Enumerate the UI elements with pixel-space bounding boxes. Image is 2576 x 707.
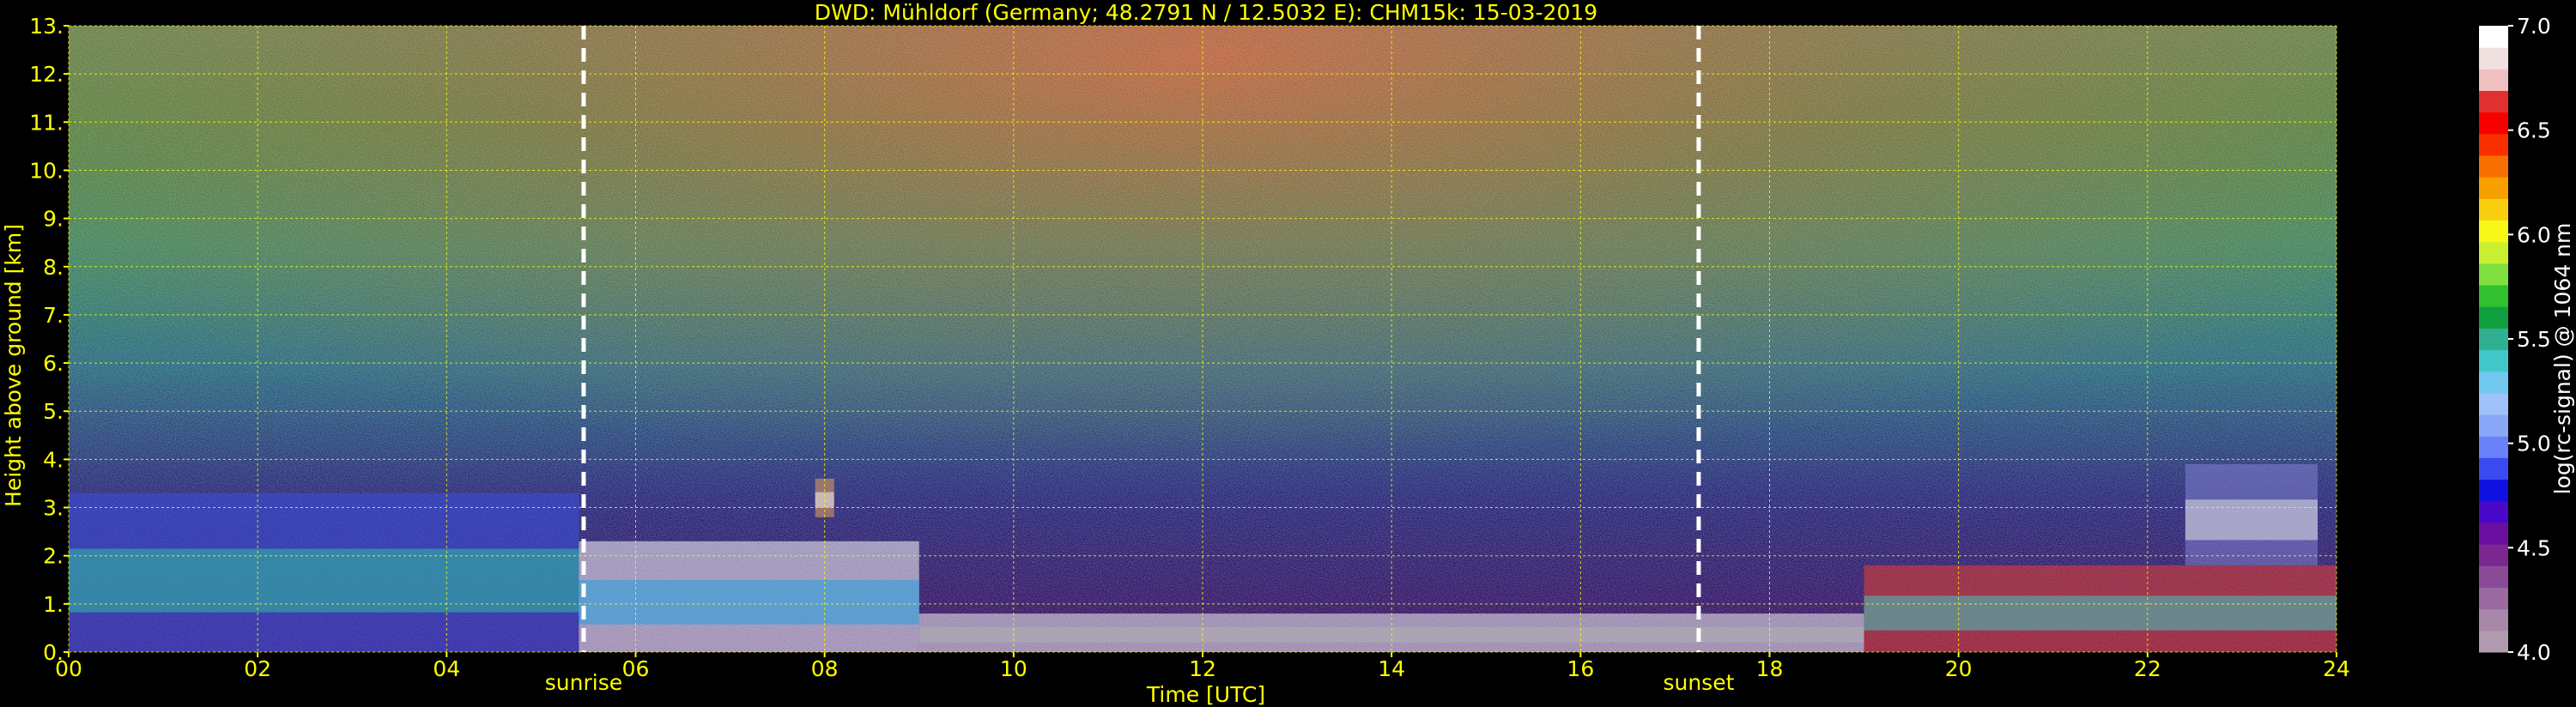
colorbar-segment bbox=[2479, 522, 2508, 545]
y-tick-label: 8. bbox=[43, 255, 64, 280]
feature-1 bbox=[579, 541, 919, 652]
colorbar-segment bbox=[2479, 608, 2508, 631]
annotation-label: sunrise bbox=[545, 670, 622, 695]
colorbar-tick-label: 7.0 bbox=[2517, 14, 2551, 39]
colorbar-tick-label: 6.5 bbox=[2517, 118, 2551, 143]
colorbar-segment bbox=[2479, 112, 2508, 135]
y-tick-label: 3. bbox=[43, 496, 64, 521]
colorbar-segment bbox=[2479, 565, 2508, 588]
colorbar-segment bbox=[2479, 155, 2508, 178]
colorbar-segment bbox=[2479, 69, 2508, 92]
x-tick-label: 22 bbox=[2134, 656, 2161, 681]
y-tick-label: 4. bbox=[43, 447, 64, 472]
colorbar-segment bbox=[2479, 26, 2508, 48]
colorbar-segment bbox=[2479, 241, 2508, 264]
colorbar-label: log(rc-signal) @ 1064 nm bbox=[2550, 223, 2575, 495]
y-axis: 0. 1. 2. 3. 4. 5. 6. 7. 8. 9. 10. 11. 12. 13. bbox=[29, 14, 69, 665]
x-tick-label: 18 bbox=[1756, 656, 1784, 681]
x-tick-label: 02 bbox=[244, 656, 271, 681]
colorbar-segment bbox=[2479, 198, 2508, 221]
feature-5 bbox=[2185, 464, 2318, 565]
colorbar-segment bbox=[2479, 436, 2508, 458]
colorbar-segment bbox=[2479, 177, 2508, 199]
x-tick-label: 20 bbox=[1945, 656, 1973, 681]
y-tick-label: 2. bbox=[43, 544, 64, 569]
colorbar-segment bbox=[2479, 371, 2508, 394]
colorbar-segment bbox=[2479, 90, 2508, 113]
x-tick-label: 14 bbox=[1378, 656, 1405, 681]
colorbar-segment bbox=[2479, 306, 2508, 329]
y-tick-label: 1. bbox=[43, 592, 64, 617]
y-tick-label: 6. bbox=[43, 351, 64, 376]
colorbar-tick-label: 4.0 bbox=[2517, 640, 2551, 665]
x-tick-label: 08 bbox=[811, 656, 839, 681]
x-axis-label: Time [UTC] bbox=[1146, 682, 1265, 707]
y-tick-label: 7. bbox=[43, 303, 64, 328]
colorbar-segment bbox=[2479, 457, 2508, 480]
colorbar-tick-label: 5.5 bbox=[2517, 327, 2551, 352]
chart-title: DWD: Mühldorf (Germany; 48.2791 N / 12.5… bbox=[815, 0, 1597, 25]
x-tick-label: 12 bbox=[1189, 656, 1216, 681]
colorbar-segment bbox=[2479, 414, 2508, 437]
y-tick-label: 5. bbox=[43, 399, 64, 424]
x-tick-label: 04 bbox=[433, 656, 460, 681]
y-axis-label: Height above ground [km] bbox=[1, 224, 26, 507]
y-tick-label: 12. bbox=[29, 62, 64, 87]
y-tick-label: 11. bbox=[29, 110, 64, 135]
colorbar-segment bbox=[2479, 630, 2508, 653]
x-tick-label: 10 bbox=[1000, 656, 1027, 681]
annotation-label: sunset bbox=[1663, 670, 1734, 695]
colorbar-segment bbox=[2479, 349, 2508, 372]
annotation-labels: sunrise sunset bbox=[545, 670, 1735, 695]
x-tick-label: 24 bbox=[2323, 656, 2350, 681]
colorbar-segment bbox=[2479, 392, 2508, 415]
colorbar-tick-label: 4.5 bbox=[2517, 535, 2551, 560]
colorbar-segment bbox=[2479, 47, 2508, 69]
y-tick-label: 9. bbox=[43, 207, 64, 232]
colorbar-segment bbox=[2479, 544, 2508, 566]
colorbar-segment bbox=[2479, 263, 2508, 286]
colorbar-segment bbox=[2479, 587, 2508, 610]
ceilometer-chart: 00 02 04 06 08 10 12 14 16 18 20 22 24 0.1.2.3.4.5.6… bbox=[1, 0, 2575, 707]
colorbar-tick-label: 5.0 bbox=[2517, 432, 2551, 456]
colorbar-segment bbox=[2479, 328, 2508, 351]
y-tick-label: 10. bbox=[29, 158, 64, 183]
x-tick-label: 16 bbox=[1567, 656, 1594, 681]
colorbar-segment bbox=[2479, 220, 2508, 243]
y-tick-label: 13. bbox=[29, 14, 64, 39]
colorbar-segment bbox=[2479, 133, 2508, 156]
feature-4 bbox=[1864, 565, 2337, 652]
colorbar: 4.0 4.5 5.0 5.5 6.0 6.5 7.0 bbox=[2479, 14, 2551, 665]
colorbar-segment bbox=[2479, 479, 2508, 502]
colorbar-segment bbox=[2479, 285, 2508, 307]
y-tick-label: 0. bbox=[43, 640, 64, 665]
x-axis: 00 02 04 06 08 10 12 14 16 18 20 22 24 bbox=[55, 652, 2350, 681]
feature-0 bbox=[69, 492, 579, 652]
colorbar-segment bbox=[2479, 500, 2508, 523]
x-tick-label: 06 bbox=[622, 656, 650, 681]
colorbar-tick-label: 6.0 bbox=[2517, 222, 2551, 247]
